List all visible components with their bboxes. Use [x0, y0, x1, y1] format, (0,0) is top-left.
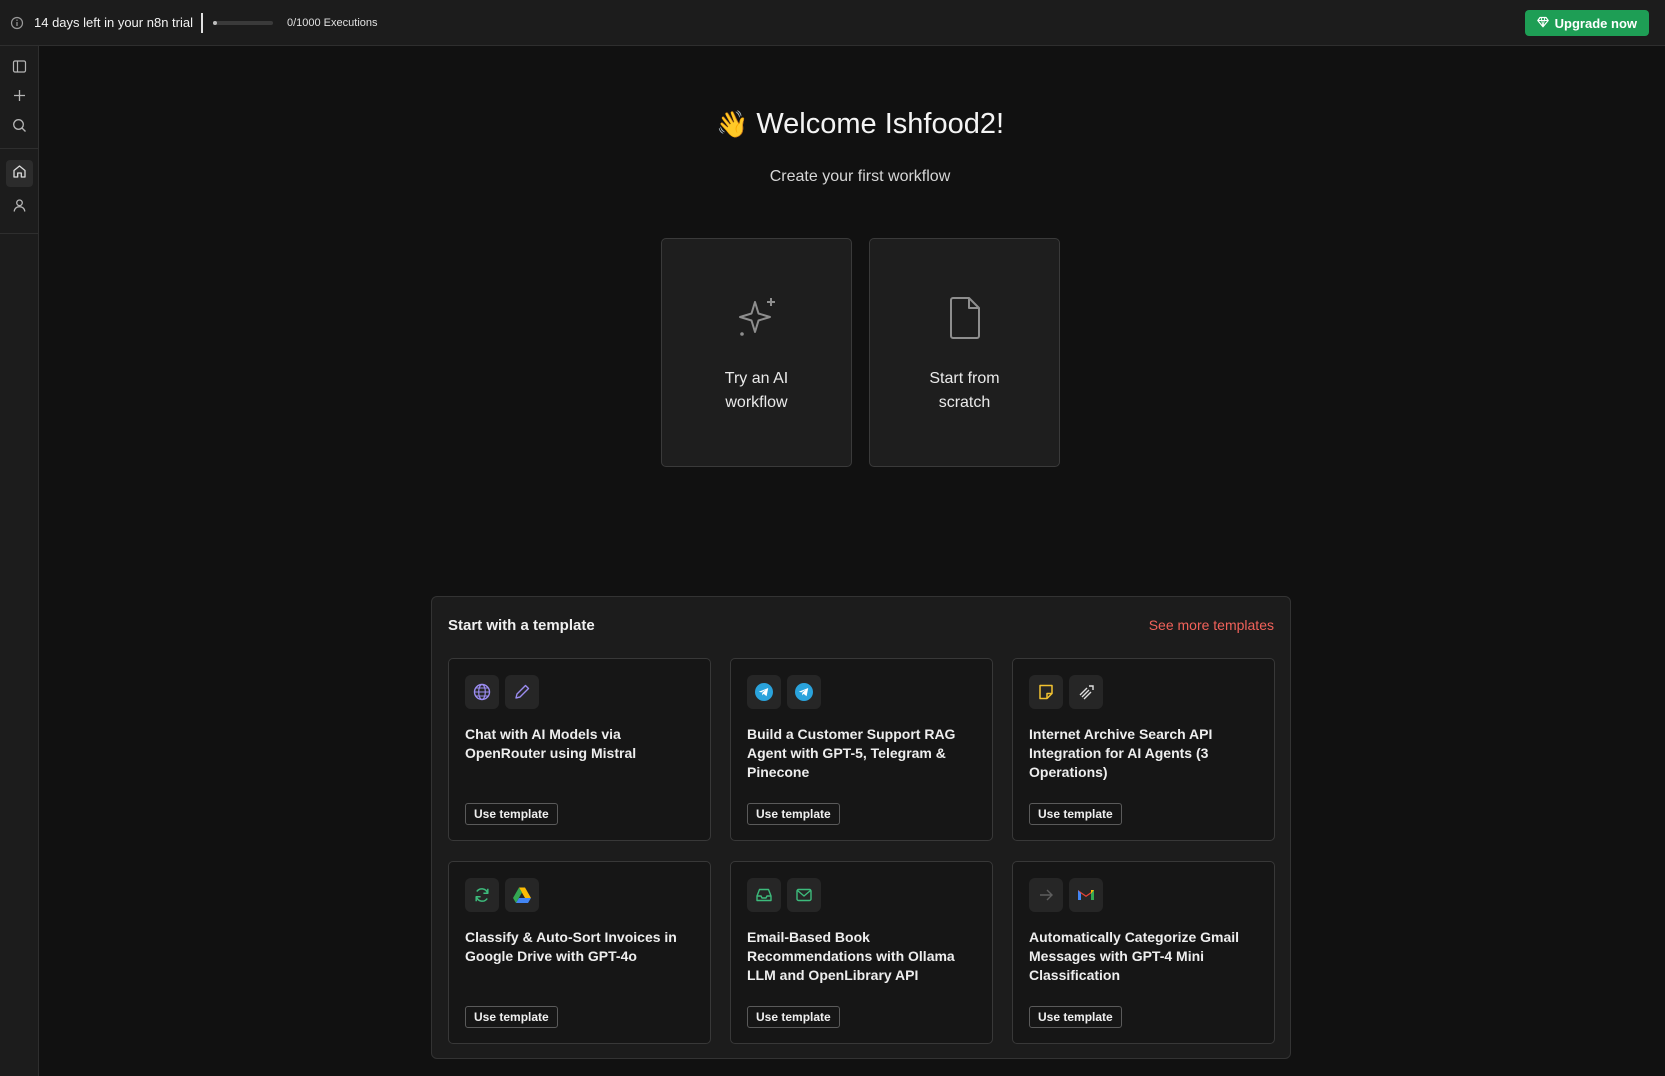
sidebar-divider	[0, 233, 39, 234]
welcome-subtitle: Create your first workflow	[769, 168, 951, 185]
executions-progress-fill	[212, 20, 217, 25]
sidebar-toggle-button[interactable]	[6, 55, 33, 82]
try-ai-workflow-card[interactable]: Try an AI workflow	[661, 238, 852, 467]
panel-toggle-icon	[12, 59, 27, 79]
inbox-icon	[747, 878, 781, 912]
sparkles-icon	[662, 294, 851, 342]
template-name: Email-Based Book Recommendations with Oll…	[747, 929, 955, 983]
openrouter-icon	[1069, 675, 1103, 709]
start-from-scratch-card[interactable]: Start from scratch	[869, 238, 1060, 467]
banner-divider	[200, 12, 203, 33]
plus-icon	[12, 88, 27, 108]
template-name: Automatically Categorize Gmail Messages w…	[1029, 929, 1240, 983]
start-from-scratch-label-line1: Start from	[929, 370, 1000, 387]
gmail-icon	[1069, 878, 1103, 912]
info-icon	[10, 16, 24, 30]
trial-days-text: 14 days left in your n8n trial	[34, 15, 193, 30]
sidebar-item-personal[interactable]	[6, 194, 33, 221]
try-ai-workflow-label-line2: workflow	[725, 394, 788, 411]
use-template-button[interactable]: Use template	[1029, 1006, 1122, 1028]
sidebar	[0, 46, 39, 1076]
use-template-button[interactable]: Use template	[747, 803, 840, 825]
upgrade-now-button[interactable]: Upgrade now	[1524, 10, 1649, 36]
executions-count-text: 0/1000 Executions	[286, 16, 378, 29]
globe-icon	[465, 675, 499, 709]
template-card[interactable]: Chat with AI Models via OpenRouter using …	[448, 658, 711, 841]
use-template-button[interactable]: Use template	[465, 1006, 558, 1028]
refresh-icon	[465, 878, 499, 912]
telegram-icon	[747, 675, 781, 709]
template-card[interactable]: Internet Archive Search API Integration f…	[1012, 658, 1275, 841]
sidebar-add-button[interactable]	[6, 84, 33, 111]
welcome-title: Welcome Ishfood2!	[756, 108, 1005, 140]
start-from-scratch-label-line2: scratch	[938, 394, 991, 411]
file-icon	[870, 294, 1059, 342]
sidebar-divider	[0, 148, 39, 149]
telegram-icon	[787, 675, 821, 709]
template-name: Chat with AI Models via OpenRouter using …	[465, 726, 637, 761]
try-ai-workflow-label-line1: Try an AI	[724, 370, 789, 387]
sticky-note-icon	[1029, 675, 1063, 709]
templates-panel: Start with a template See more templates…	[431, 596, 1291, 1059]
template-name: Internet Archive Search API Integration f…	[1029, 726, 1213, 780]
executions-progress-bar	[212, 20, 273, 25]
template-card[interactable]: Automatically Categorize Gmail Messages w…	[1012, 861, 1275, 1044]
welcome-heading: 👋 Welcome Ishfood2!	[0, 108, 1665, 141]
template-card[interactable]: Build a Customer Support RAG Agent with G…	[730, 658, 993, 841]
template-name: Build a Customer Support RAG Agent with G…	[747, 726, 956, 780]
template-name: Classify & Auto-Sort Invoices in Google D…	[465, 929, 677, 964]
arrow-right-icon	[1029, 878, 1063, 912]
diamond-icon	[1536, 16, 1549, 31]
template-card[interactable]: Classify & Auto-Sort Invoices in Google D…	[448, 861, 711, 1044]
template-card[interactable]: Email-Based Book Recommendations with Oll…	[730, 861, 993, 1044]
mail-icon	[787, 878, 821, 912]
user-icon	[12, 198, 27, 218]
google-drive-icon	[505, 878, 539, 912]
pencil-icon	[505, 675, 539, 709]
waving-hand-emoji: 👋	[715, 109, 749, 139]
trial-banner: 14 days left in your n8n trial 0/1000 Ex…	[0, 0, 1665, 46]
see-more-templates-link[interactable]: See more templates	[1149, 617, 1274, 633]
upgrade-now-label: Upgrade now	[1554, 15, 1637, 31]
use-template-button[interactable]: Use template	[465, 803, 558, 825]
use-template-button[interactable]: Use template	[747, 1006, 840, 1028]
use-template-button[interactable]: Use template	[1029, 803, 1122, 825]
templates-title: Start with a template	[448, 617, 595, 634]
